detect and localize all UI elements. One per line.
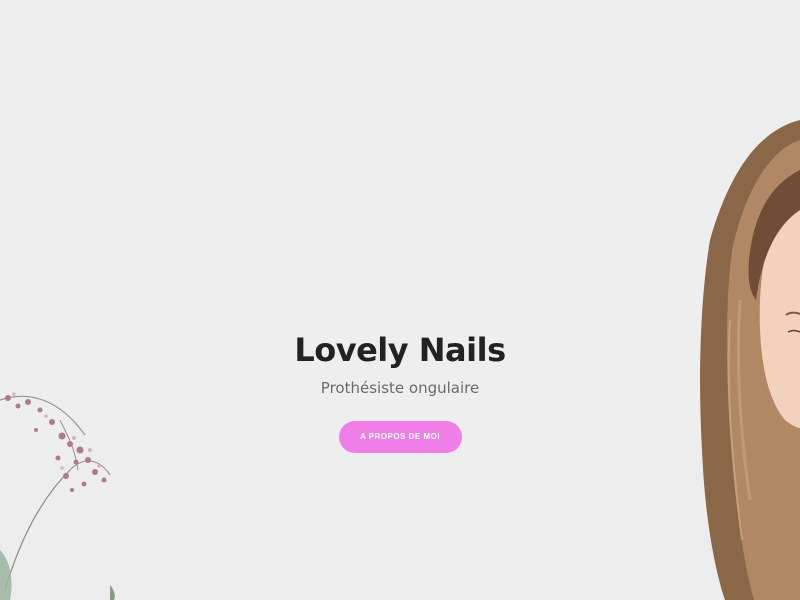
page-subtitle: Prothésiste ongulaire (320, 379, 480, 397)
hero-section: Lovely Nails Prothésiste ongulaire A PRO… (0, 0, 800, 600)
hero-content: Lovely Nails Prothésiste ongulaire A PRO… (0, 330, 800, 453)
about-me-button[interactable]: A PROPOS DE MOI (338, 421, 462, 453)
page-title: Lovely Nails (294, 331, 506, 369)
